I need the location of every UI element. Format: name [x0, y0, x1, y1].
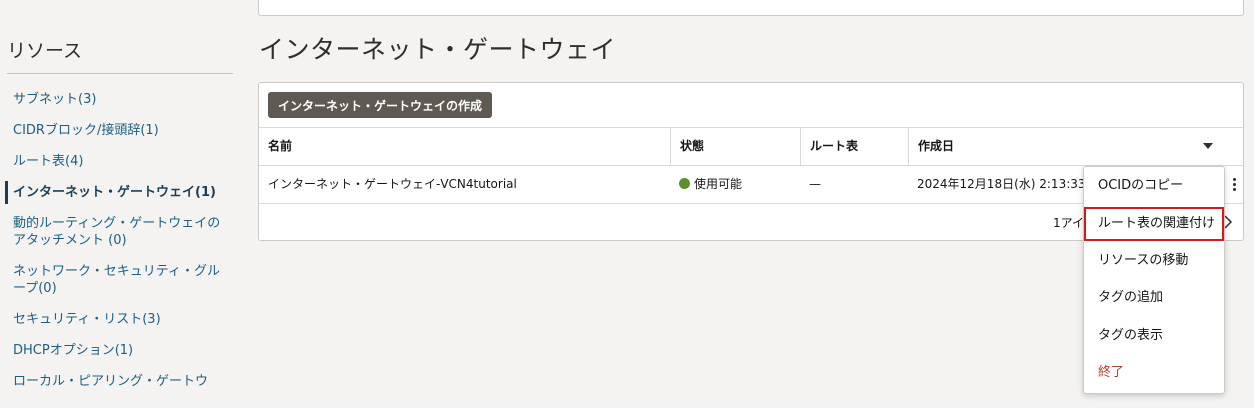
sidebar-divider	[7, 73, 233, 74]
resources-sidebar: リソース サブネット(3) CIDRブロック/接頭辞(1) ルート表(4) イン…	[0, 0, 240, 408]
table-header: 名前 状態 ルート表 作成日	[259, 127, 1243, 166]
menu-item-associate-route-table[interactable]: ルート表の関連付け	[1084, 207, 1224, 241]
sidebar-item-route-tables[interactable]: ルート表(4)	[0, 146, 240, 177]
sidebar-item-subnets[interactable]: サブネット(3)	[0, 84, 240, 115]
menu-item-copy-ocid[interactable]: OCIDのコピー	[1084, 169, 1224, 203]
sidebar-item-internet-gateways[interactable]: インターネット・ゲートウェイ(1)	[0, 177, 240, 208]
pagination-text: 1アイ	[1053, 216, 1085, 230]
create-internet-gateway-button[interactable]: インターネット・ゲートウェイの作成	[268, 92, 493, 118]
cell-status: 使用可能	[670, 166, 800, 203]
page-title: インターネット・ゲートウェイ	[259, 35, 617, 64]
sidebar-item-cidr-blocks[interactable]: CIDRブロック/接頭辞(1)	[0, 115, 240, 146]
status-available-icon	[679, 178, 690, 189]
sidebar-item-security-lists[interactable]: セキュリティ・リスト(3)	[0, 304, 240, 335]
sort-caret-icon[interactable]	[1203, 143, 1213, 149]
status-label: 使用可能	[694, 177, 743, 191]
menu-item-move-resource[interactable]: リソースの移動	[1084, 244, 1224, 278]
column-header-status[interactable]: 状態	[670, 128, 800, 165]
column-header-created-label: 作成日	[918, 139, 955, 153]
row-actions-kebab-icon[interactable]	[1225, 166, 1243, 203]
cell-name[interactable]: インターネット・ゲートウェイ-VCN4tutorial	[259, 166, 670, 203]
sidebar-item-drg-attachments[interactable]: 動的ルーティング・ゲートウェイのアタッチメント (0)	[0, 208, 240, 256]
sidebar-item-local-peering-gateways[interactable]: ローカル・ピアリング・ゲートウ	[0, 366, 240, 397]
menu-item-view-tags[interactable]: タグの表示	[1084, 319, 1224, 353]
menu-item-terminate[interactable]: 終了	[1084, 356, 1224, 390]
sidebar-item-dhcp-options[interactable]: DHCPオプション(1)	[0, 335, 240, 366]
cell-route-table: —	[809, 177, 821, 191]
column-header-name[interactable]: 名前	[259, 128, 670, 165]
column-header-route-table[interactable]: ルート表	[800, 128, 908, 165]
row-actions-menu: OCIDのコピー ルート表の関連付け リソースの移動 タグの追加 タグの表示 終…	[1083, 166, 1225, 394]
menu-item-add-tags[interactable]: タグの追加	[1084, 281, 1224, 315]
sidebar-title: リソース	[7, 40, 83, 62]
details-panel	[258, 0, 1244, 16]
sidebar-item-network-security-groups[interactable]: ネットワーク・セキュリティ・グループ(0)	[0, 256, 240, 304]
resources-nav: サブネット(3) CIDRブロック/接頭辞(1) ルート表(4) インターネット…	[0, 84, 240, 397]
column-header-created[interactable]: 作成日	[908, 128, 1243, 165]
